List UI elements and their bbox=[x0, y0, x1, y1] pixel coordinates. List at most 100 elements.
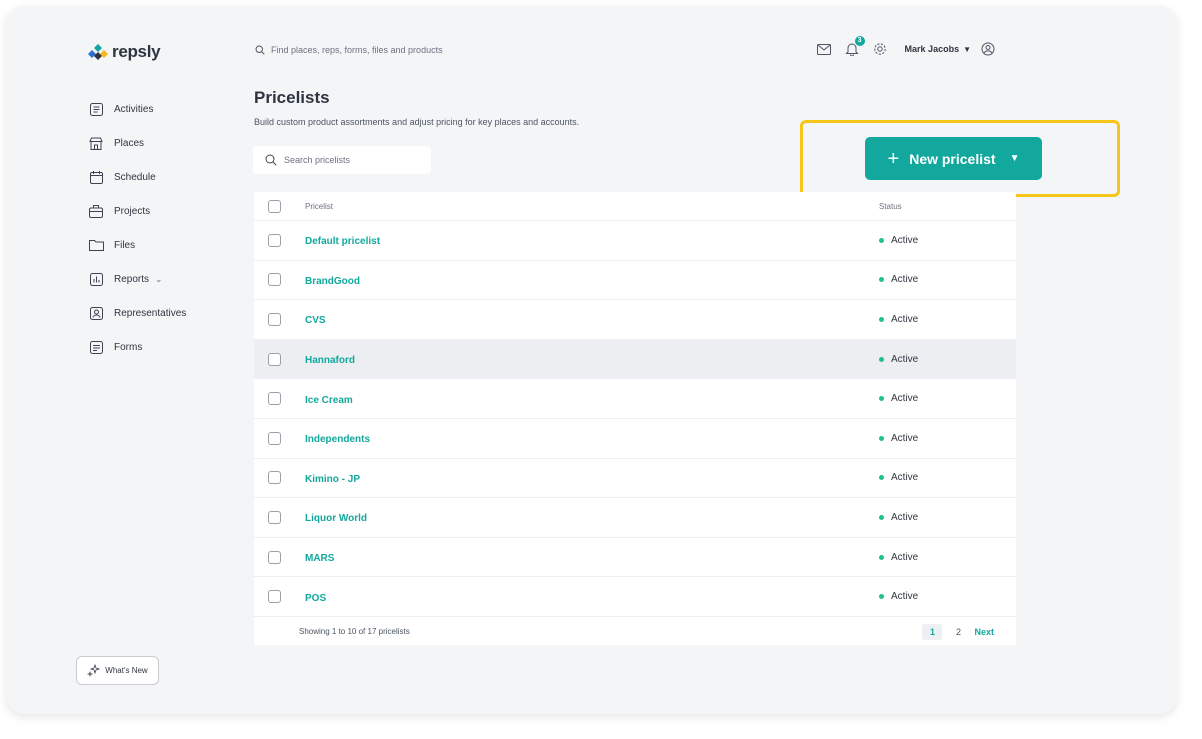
column-header-status[interactable]: Status bbox=[879, 202, 902, 211]
row-checkbox[interactable] bbox=[268, 471, 281, 485]
status-text: Active bbox=[891, 234, 919, 246]
table-row[interactable]: POS Active bbox=[254, 577, 1016, 617]
new-pricelist-button[interactable]: + New pricelist ▼ bbox=[865, 137, 1042, 180]
pricelist-table: Pricelist Status Default pricelist Activ… bbox=[254, 192, 1016, 645]
pricelist-name-link[interactable]: Ice Cream bbox=[305, 395, 353, 406]
next-page-button[interactable]: Next bbox=[974, 624, 994, 640]
row-checkbox[interactable] bbox=[268, 273, 281, 287]
select-all-checkbox[interactable] bbox=[268, 199, 281, 213]
pricelist-name-link[interactable]: Independents bbox=[305, 434, 370, 445]
whats-new-button[interactable]: What's New bbox=[76, 656, 159, 685]
status-badge: Active bbox=[879, 274, 918, 285]
pricelist-name-link[interactable]: CVS bbox=[305, 315, 326, 326]
status-text: Active bbox=[891, 393, 919, 405]
status-text: Active bbox=[891, 591, 919, 603]
sidebar-item-label: Representatives bbox=[114, 307, 187, 319]
pagination: 1 2 Next bbox=[922, 623, 994, 640]
table-row[interactable]: CVS Active bbox=[254, 300, 1016, 340]
pricelist-name-link[interactable]: Hannaford bbox=[305, 355, 355, 366]
global-search-placeholder[interactable]: Find places, reps, forms, files and prod… bbox=[271, 45, 443, 55]
table-row[interactable]: Default pricelist Active bbox=[254, 221, 1016, 261]
row-checkbox[interactable] bbox=[268, 352, 281, 366]
page-1-button[interactable]: 1 bbox=[922, 623, 943, 640]
pricelist-search-input[interactable] bbox=[284, 155, 414, 165]
mail-icon[interactable] bbox=[815, 40, 833, 58]
status-dot-icon bbox=[879, 475, 884, 481]
table-row[interactable]: BrandGood Active bbox=[254, 261, 1016, 301]
sidebar-item-schedule[interactable]: Schedule bbox=[88, 160, 186, 194]
search-icon bbox=[265, 154, 277, 166]
sidebar-item-reports[interactable]: Reports ⌄ bbox=[88, 262, 186, 296]
table-row[interactable]: Independents Active bbox=[254, 419, 1016, 459]
status-dot-icon bbox=[879, 277, 884, 283]
bell-icon[interactable]: 3 bbox=[843, 36, 865, 58]
row-checkbox[interactable] bbox=[268, 550, 281, 564]
whats-new-label: What's New bbox=[105, 666, 148, 675]
pricelist-search[interactable] bbox=[253, 146, 431, 174]
pricelist-name-link[interactable]: Liquor World bbox=[305, 513, 367, 524]
pricelist-name-link[interactable]: BrandGood bbox=[305, 276, 360, 287]
status-dot-icon bbox=[879, 554, 884, 560]
new-pricelist-label: New pricelist bbox=[909, 150, 996, 167]
user-menu[interactable]: Mark Jacobs ▼ bbox=[905, 44, 971, 54]
status-dot-icon bbox=[879, 316, 884, 322]
row-checkbox[interactable] bbox=[268, 431, 281, 445]
chevron-down-icon[interactable]: ⌄ bbox=[155, 274, 163, 285]
pricelist-name-link[interactable]: Kimino - JP bbox=[305, 474, 360, 485]
sidebar-item-representatives[interactable]: Representatives bbox=[88, 296, 186, 330]
status-badge: Active bbox=[879, 314, 918, 325]
status-dot-icon bbox=[879, 514, 884, 520]
table-row[interactable]: Liquor World Active bbox=[254, 498, 1016, 538]
gear-icon[interactable] bbox=[871, 40, 889, 58]
repsly-logo-icon bbox=[88, 44, 108, 60]
table-header: Pricelist Status bbox=[254, 192, 1016, 221]
status-dot-icon bbox=[879, 594, 884, 600]
search-icon bbox=[255, 45, 265, 55]
table-row[interactable]: Ice Cream Active bbox=[254, 379, 1016, 419]
row-checkbox[interactable] bbox=[268, 510, 281, 524]
plus-icon: + bbox=[887, 147, 900, 170]
row-checkbox[interactable] bbox=[268, 590, 281, 604]
sidebar-nav: Activities Places Schedule Projects File… bbox=[88, 92, 186, 364]
page-title: Pricelists bbox=[254, 88, 330, 107]
page-subtitle: Build custom product assortments and adj… bbox=[254, 117, 580, 127]
repsly-logo[interactable]: repsly bbox=[88, 42, 161, 62]
sidebar-item-label: Files bbox=[114, 239, 136, 251]
caret-down-icon: ▼ bbox=[963, 44, 971, 54]
calendar-icon bbox=[88, 169, 104, 185]
sidebar-item-projects[interactable]: Projects bbox=[88, 194, 186, 228]
header-actions: 3 Mark Jacobs ▼ bbox=[815, 36, 971, 58]
sidebar-item-forms[interactable]: Forms bbox=[88, 330, 186, 364]
row-checkbox[interactable] bbox=[268, 233, 281, 247]
sidebar-item-label: Schedule bbox=[114, 171, 156, 183]
profile-icon[interactable] bbox=[981, 42, 995, 61]
table-row[interactable]: Kimino - JP Active bbox=[254, 459, 1016, 499]
caret-down-icon[interactable]: ▼ bbox=[1010, 153, 1020, 164]
table-row[interactable]: MARS Active bbox=[254, 538, 1016, 578]
pricelist-name-link[interactable]: POS bbox=[305, 593, 326, 604]
row-checkbox[interactable] bbox=[268, 312, 281, 326]
logo-text: repsly bbox=[112, 42, 161, 61]
status-text: Active bbox=[891, 551, 919, 563]
sidebar-item-activities[interactable]: Activities bbox=[88, 92, 186, 126]
pricelist-name-link[interactable]: MARS bbox=[305, 553, 334, 564]
status-badge: Active bbox=[879, 552, 918, 563]
status-badge: Active bbox=[879, 512, 918, 523]
status-text: Active bbox=[891, 432, 919, 444]
status-dot-icon bbox=[879, 435, 884, 441]
column-header-pricelist[interactable]: Pricelist bbox=[305, 202, 879, 211]
user-badge-icon bbox=[88, 305, 104, 321]
notification-badge: 3 bbox=[854, 36, 865, 46]
table-footer: Showing 1 to 10 of 17 pricelists 1 2 Nex… bbox=[254, 617, 1016, 647]
folder-icon bbox=[88, 237, 104, 253]
table-row[interactable]: Hannaford Active bbox=[254, 339, 1016, 380]
row-checkbox[interactable] bbox=[268, 392, 281, 406]
pricelist-name-link[interactable]: Default pricelist bbox=[305, 236, 380, 247]
page-2-button[interactable]: 2 bbox=[948, 624, 968, 640]
sidebar-item-files[interactable]: Files bbox=[88, 228, 186, 262]
global-search[interactable]: Find places, reps, forms, files and prod… bbox=[255, 45, 443, 55]
status-text: Active bbox=[891, 313, 919, 325]
activities-icon bbox=[88, 101, 104, 117]
sidebar-item-places[interactable]: Places bbox=[88, 126, 186, 160]
sidebar-item-label: Activities bbox=[114, 103, 154, 115]
